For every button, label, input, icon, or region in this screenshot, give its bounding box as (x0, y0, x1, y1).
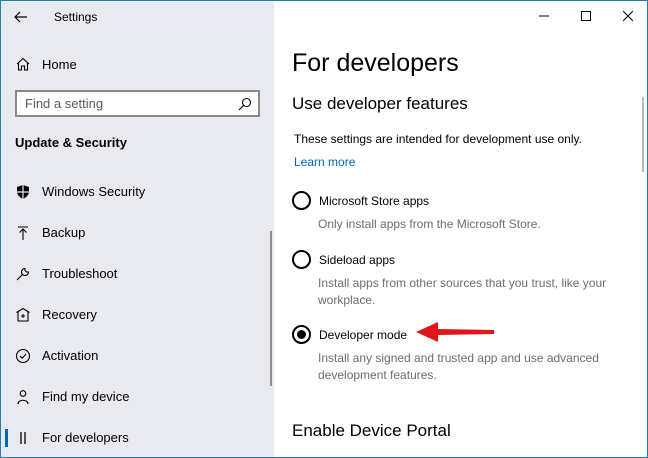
maximize-button[interactable] (565, 1, 607, 31)
option-description: Install apps from other sources that you… (318, 276, 607, 307)
sidebar-item-backup[interactable]: Backup (1, 212, 274, 253)
back-button[interactable] (1, 1, 41, 33)
maximize-icon (581, 11, 591, 21)
learn-more-link[interactable]: Learn more (294, 155, 355, 169)
title-bar: Settings (1, 1, 274, 33)
option-label: Microsoft Store apps (319, 193, 430, 208)
sidebar-item-label: For developers (42, 430, 129, 445)
sidebar-item-windows-security[interactable]: Windows Security (1, 171, 274, 212)
sidebar: Settings Home Update & Security (1, 1, 274, 457)
shield-icon (14, 183, 32, 201)
home-label: Home (42, 56, 77, 72)
sidebar-item-label: Activation (42, 348, 99, 363)
content-scrollbar[interactable] (642, 97, 644, 172)
search-box[interactable] (15, 90, 260, 117)
sidebar-item-find-my-device[interactable]: Find my device (1, 376, 274, 417)
sidebar-item-recovery[interactable]: Recovery (1, 294, 274, 335)
settings-window: Settings Home Update & Security (0, 0, 648, 458)
sidebar-section-title: Update & Security (15, 135, 127, 150)
radio-sideload-apps[interactable] (292, 250, 311, 269)
minimize-button[interactable] (523, 1, 565, 31)
backup-arrow-icon (14, 224, 32, 242)
page-title: For developers (292, 49, 459, 77)
section-description: These settings are intended for developm… (294, 132, 582, 146)
option-label: Developer mode (319, 327, 408, 342)
option-microsoft-store-apps[interactable]: Microsoft Store apps (292, 191, 429, 210)
minimize-icon (539, 15, 549, 17)
wrench-icon (14, 265, 32, 283)
person-location-icon (14, 388, 32, 406)
option-label: Sideload apps (319, 252, 396, 267)
radio-microsoft-store-apps[interactable] (292, 191, 311, 210)
option-sideload-apps[interactable]: Sideload apps (292, 250, 395, 269)
check-circle-icon (14, 347, 32, 365)
sidebar-nav: Windows Security Backup Troubleshoot Rec… (1, 171, 274, 457)
option-description: Install any signed and trusted app and u… (318, 351, 599, 382)
section-title: Use developer features (292, 94, 468, 113)
sidebar-item-troubleshoot[interactable]: Troubleshoot (1, 253, 274, 294)
window-controls (523, 1, 647, 33)
sidebar-item-label: Recovery (42, 307, 97, 322)
sidebar-scrollbar[interactable] (270, 231, 272, 386)
sidebar-item-label: Backup (42, 225, 86, 240)
close-icon (623, 11, 633, 21)
option-description: Only install apps from the Microsoft Sto… (318, 217, 541, 231)
sidebar-item-for-developers[interactable]: For developers (1, 417, 274, 457)
home-nav-item[interactable]: Home (1, 51, 274, 77)
radio-developer-mode[interactable] (292, 325, 311, 344)
enable-device-portal-title: Enable Device Portal (292, 421, 451, 440)
home-icon (14, 55, 32, 73)
sidebar-item-label: Find my device (42, 389, 130, 404)
sidebar-item-label: Troubleshoot (42, 266, 118, 281)
option-developer-mode[interactable]: Developer mode (292, 325, 407, 344)
developer-icon (14, 429, 32, 447)
close-button[interactable] (607, 1, 647, 31)
sidebar-item-activation[interactable]: Activation (1, 335, 274, 376)
search-input[interactable] (25, 96, 238, 111)
recovery-icon (14, 306, 32, 324)
annotation-arrow-icon (416, 322, 494, 342)
back-arrow-icon (14, 11, 27, 23)
main-content: For developers Use developer features Th… (274, 1, 647, 457)
sidebar-item-label: Windows Security (42, 184, 146, 199)
search-icon[interactable] (238, 97, 252, 111)
app-title: Settings (54, 10, 98, 24)
